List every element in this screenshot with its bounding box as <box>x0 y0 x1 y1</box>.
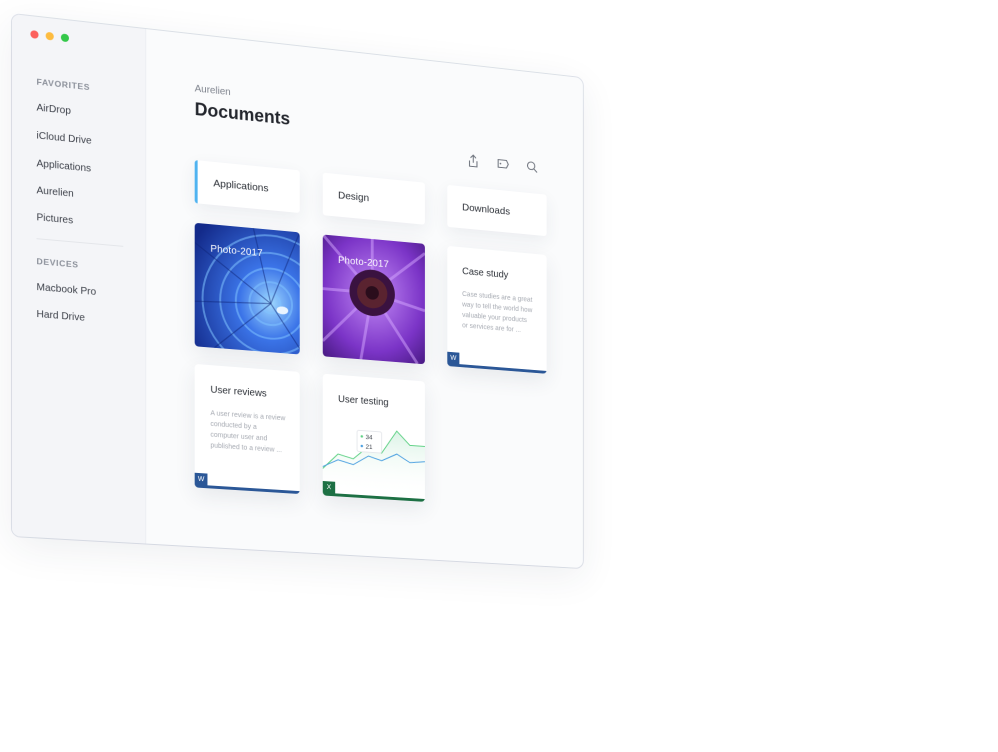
sidebar-item-icloud-drive[interactable]: iCloud Drive <box>37 130 92 146</box>
close-window-button[interactable] <box>30 30 38 39</box>
stage: FAVORITES AirDrop iCloud Drive Applicati… <box>0 0 998 752</box>
sidebar-item-macbook-pro[interactable]: Macbook Pro <box>37 282 97 298</box>
devices-section-title: DEVICES <box>37 256 79 270</box>
photo-card-1[interactable]: Photo-2017 <box>195 223 300 355</box>
folder-design[interactable]: Design <box>323 173 425 225</box>
line-chart-thumbnail: 34 21 <box>323 420 425 498</box>
minimize-window-button[interactable] <box>46 32 54 41</box>
sidebar-item-hard-drive[interactable]: Hard Drive <box>37 309 85 324</box>
tag-icon[interactable] <box>495 156 510 173</box>
sidebar: FAVORITES AirDrop iCloud Drive Applicati… <box>12 14 146 544</box>
tooltip-value-green: 34 <box>366 434 373 441</box>
sidebar-item-airdrop[interactable]: AirDrop <box>37 103 71 117</box>
page-title: Documents <box>195 99 290 129</box>
folder-applications[interactable]: Applications <box>195 160 300 213</box>
document-card-case-study[interactable]: Case study Case studies are a great way … <box>447 246 546 374</box>
card-title: User reviews <box>210 385 266 400</box>
sidebar-divider <box>37 238 124 247</box>
breadcrumb[interactable]: Aurelien <box>195 84 231 99</box>
favorites-section-title: FAVORITES <box>37 77 91 93</box>
sidebar-item-aurelien[interactable]: Aurelien <box>37 185 74 199</box>
spreadsheet-card-user-testing[interactable]: User testing 34 21 X <box>323 374 425 502</box>
sidebar-item-applications[interactable]: Applications <box>37 158 92 174</box>
sidebar-item-pictures[interactable]: Pictures <box>37 212 74 226</box>
card-title: User testing <box>338 394 389 408</box>
traffic-lights <box>30 30 69 42</box>
search-icon[interactable] <box>525 159 540 176</box>
flower-photo-purple <box>323 234 425 364</box>
finder-window: FAVORITES AirDrop iCloud Drive Applicati… <box>12 14 583 568</box>
card-title: Case study <box>462 266 508 281</box>
photo-card-2[interactable]: Photo-2017 <box>323 234 425 364</box>
card-description: A user review is a review conducted by a… <box>210 408 286 456</box>
card-description: Case studies are a great way to tell the… <box>462 289 534 337</box>
folder-downloads[interactable]: Downloads <box>447 185 546 236</box>
card-accent-bar <box>195 485 300 495</box>
main-content: Aurelien Documents Applications Design D… <box>145 29 583 568</box>
tooltip-value-blue: 21 <box>366 444 373 451</box>
document-card-user-reviews[interactable]: User reviews A user review is a review c… <box>195 364 300 494</box>
zoom-window-button[interactable] <box>61 33 69 42</box>
card-accent-bar <box>447 363 546 374</box>
share-icon[interactable] <box>466 152 481 169</box>
flower-photo-blue <box>195 223 300 355</box>
